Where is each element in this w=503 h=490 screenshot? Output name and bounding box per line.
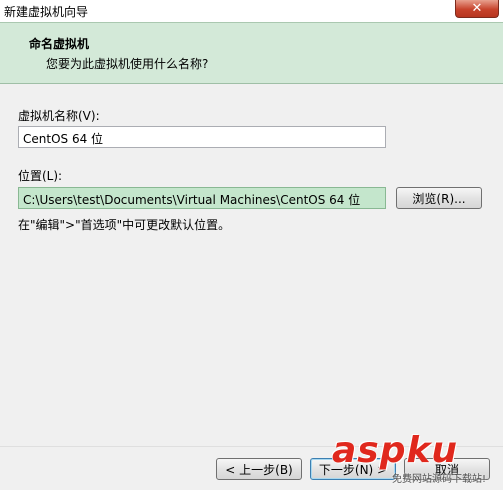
watermark-tagline: 免费网站源码下载站! [392, 474, 487, 485]
browse-button[interactable]: 浏览(R)... [396, 187, 482, 209]
back-button[interactable]: < 上一步(B) [216, 458, 302, 480]
wizard-header: 命名虚拟机 您要为此虚拟机使用什么名称? [0, 22, 503, 84]
page-subtitle: 您要为此虚拟机使用什么名称? [46, 57, 209, 71]
title-bar: 新建虚拟机向导 ✕ [0, 0, 503, 22]
close-button[interactable]: ✕ [455, 0, 499, 18]
location-input[interactable]: C:\Users\test\Documents\Virtual Machines… [18, 187, 386, 209]
location-hint: 在"编辑">"首选项"中可更改默认位置。 [18, 218, 231, 232]
page-title: 命名虚拟机 [29, 37, 90, 51]
close-icon: ✕ [471, 1, 483, 16]
vm-name-label: 虚拟机名称(V): [18, 109, 100, 123]
window-title: 新建虚拟机向导 [4, 5, 89, 19]
location-label: 位置(L): [18, 169, 63, 183]
watermark: aspku 免费网站源码下载站! [332, 430, 503, 490]
watermark-logo: aspku [332, 430, 459, 471]
vm-name-input[interactable]: CentOS 64 位 [18, 126, 386, 148]
